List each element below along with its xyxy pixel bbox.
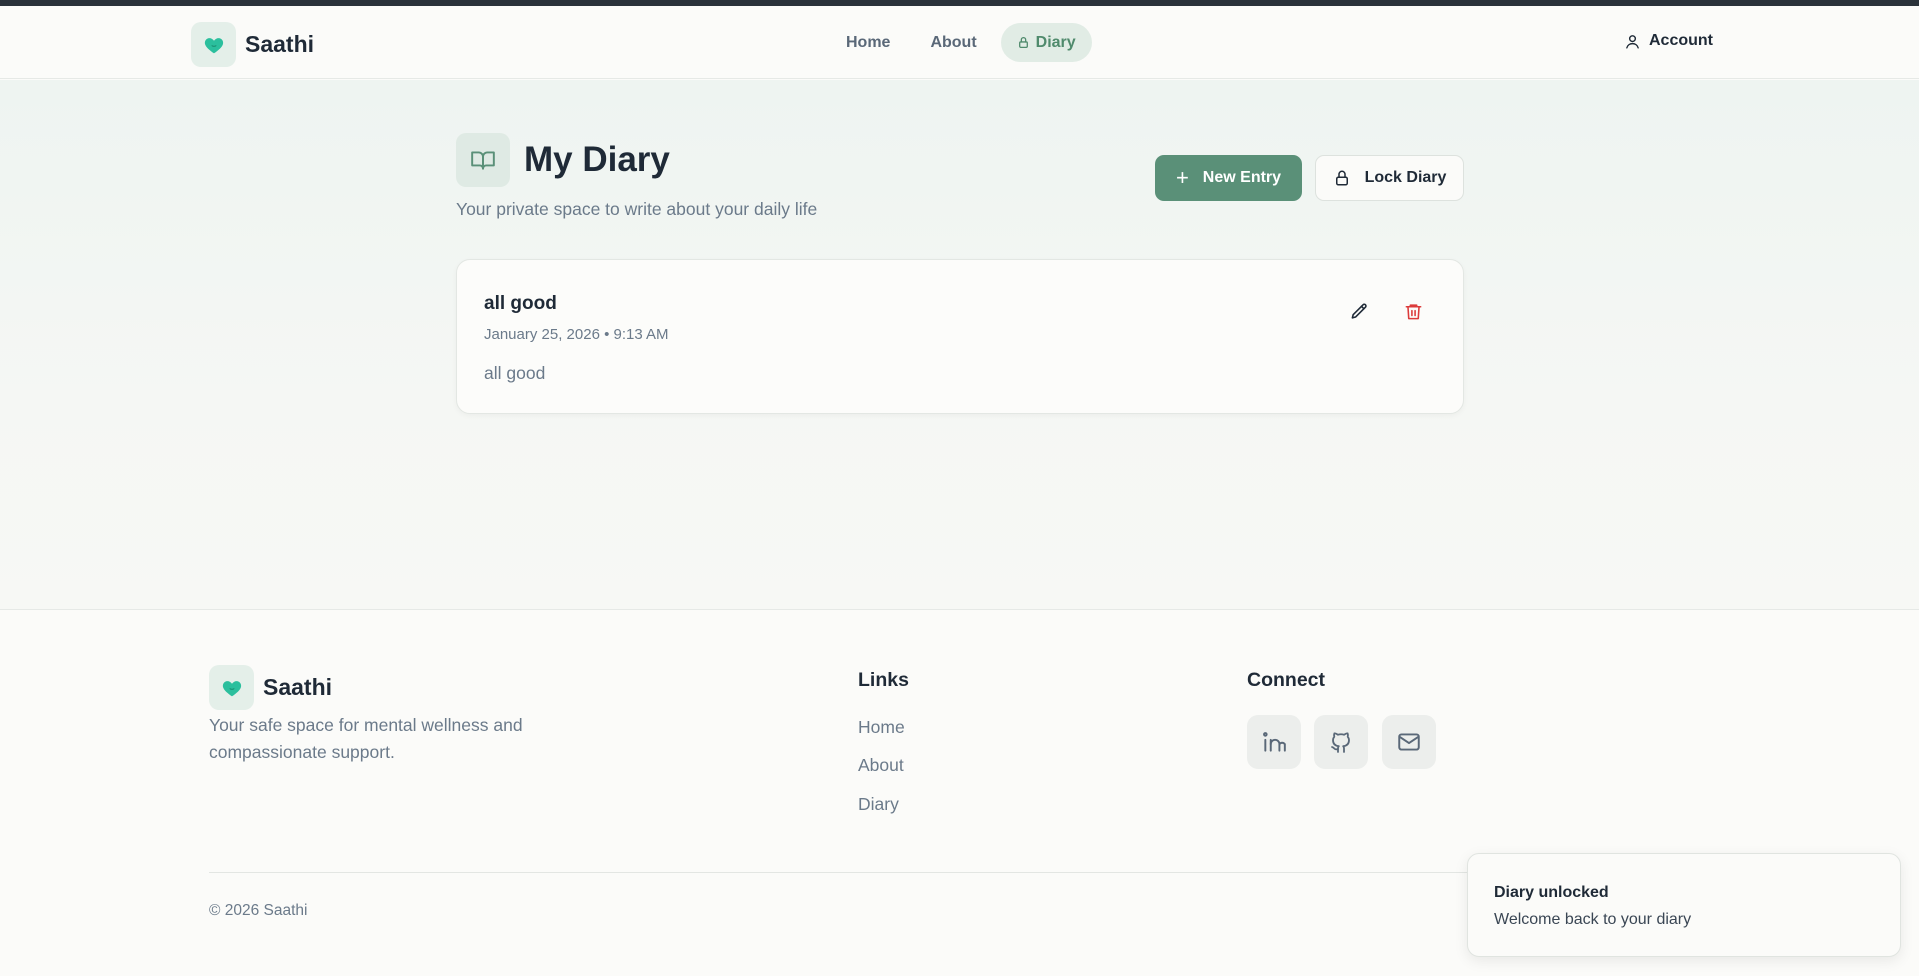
plus-icon: + [1175,165,1189,190]
book-icon-box [456,133,510,187]
github-button[interactable] [1314,715,1368,769]
delete-entry-button[interactable] [1397,295,1429,327]
page-subtitle: Your private space to write about your d… [456,199,818,219]
new-entry-label: New Entry [1202,169,1282,186]
edit-entry-button[interactable] [1343,295,1375,327]
brand-logo-box [191,22,236,67]
entry-title: all good [484,293,557,314]
account-label: Account [1649,32,1713,49]
footer-brand: Saathi [209,665,332,710]
nav-diary-label: Diary [1035,33,1076,51]
new-entry-button[interactable]: + New Entry [1155,155,1302,201]
toast-notification[interactable]: Diary unlocked Welcome back to your diar… [1467,853,1901,957]
page-title: My Diary [524,140,670,179]
footer-links-heading: Links [858,669,909,691]
nav-about[interactable]: About [914,23,992,62]
trash-icon [1405,303,1421,319]
footer-link-home[interactable]: Home [858,717,905,738]
page-header: My Diary Your private space to write abo… [456,133,817,220]
email-button[interactable] [1382,715,1436,769]
brand-name: Saathi [245,31,315,57]
entry-body: all good [484,363,546,383]
footer-tagline: Your safe space for mental wellness and … [209,715,523,762]
footer-logo-box [209,665,254,710]
heart-icon [222,680,241,696]
lock-diary-button[interactable]: Lock Diary [1315,155,1464,201]
github-icon [1331,732,1350,753]
linkedin-button[interactable] [1247,715,1301,769]
mail-icon [1398,733,1420,751]
footer-copyright: © 2026 Saathi [209,902,308,919]
pencil-icon [1351,303,1367,319]
lock-diary-label: Lock Diary [1364,169,1447,186]
linkedin-icon [1263,732,1286,752]
footer-brand-name: Saathi [263,674,333,700]
nav-about-label: About [930,33,977,51]
heart-icon [204,37,223,53]
lock-icon [1335,170,1348,186]
main-nav: Home About Diary [830,23,1092,62]
diary-entry-card[interactable]: all good January 25, 2026 • 9:13 AM all … [456,259,1464,414]
book-open-icon [471,151,495,170]
footer-link-diary[interactable]: Diary [858,794,899,815]
toast-title: Diary unlocked [1494,884,1609,901]
footer-connect-heading: Connect [1247,669,1325,691]
footer-link-about[interactable]: About [858,755,904,776]
diary-main: My Diary Your private space to write abo… [0,80,1919,610]
nav-diary[interactable]: Diary [1000,23,1092,62]
nav-home[interactable]: Home [830,23,906,62]
toast-message: Welcome back to your diary [1494,911,1692,928]
entry-date: January 25, 2026 • 9:13 AM [484,326,669,343]
site-header: Saathi Home About Diary Account [0,6,1919,79]
nav-home-label: Home [846,33,891,51]
lock-icon [1018,36,1028,49]
account-button[interactable]: Account [1624,32,1713,50]
brand-logo-link[interactable]: Saathi [191,22,314,67]
user-icon [1626,34,1639,49]
